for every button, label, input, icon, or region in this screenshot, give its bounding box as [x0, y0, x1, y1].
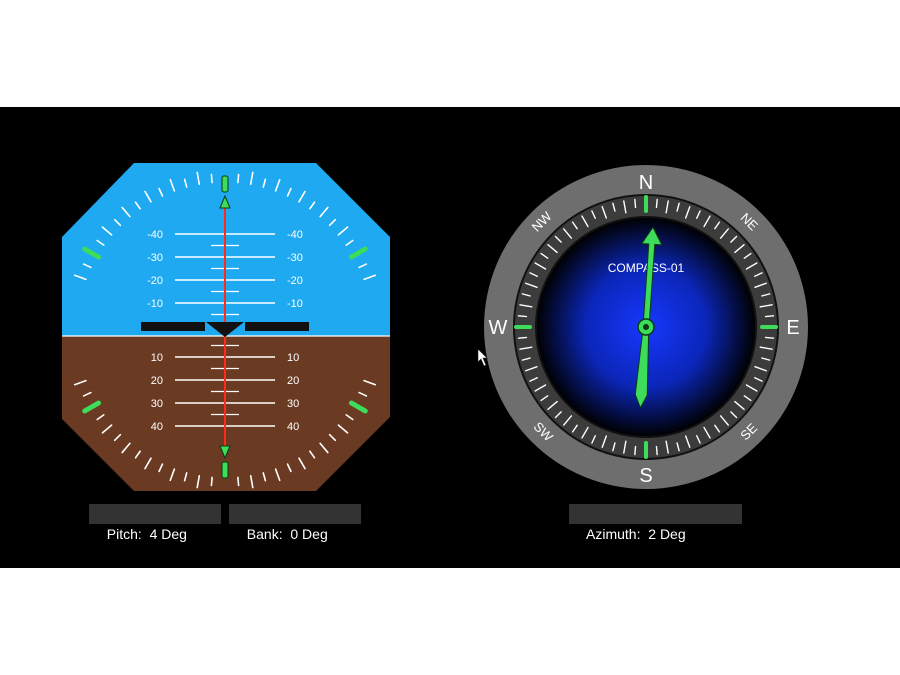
pitch-label: 30 — [151, 398, 163, 410]
pitch-label: -30 — [287, 252, 303, 264]
cardinal-s: S — [639, 465, 652, 487]
pitch-label: 40 — [287, 421, 299, 433]
pitch-label: 20 — [287, 375, 299, 387]
pitch-readout-value: 4 Deg — [149, 526, 187, 542]
compass-tick — [634, 445, 637, 456]
pitch-label: -20 — [147, 275, 163, 287]
bank-tick — [237, 476, 240, 487]
azimuth-readout-label: Azimuth: — [586, 526, 641, 542]
attitude-indicator: 10 10 20 20 30 30 40 40 -10 -10 -20 -20 -30 -30 -40 -40 — [62, 163, 390, 491]
pitch-label: 30 — [287, 398, 299, 410]
compass-tick — [764, 336, 775, 339]
cardinal-e: E — [786, 317, 799, 339]
compass-title: COMPASS-01 — [608, 261, 685, 275]
pitch-readout-label: Pitch: — [106, 526, 142, 542]
pitch-label: 10 — [151, 352, 163, 364]
pitch-label: 10 — [287, 352, 299, 364]
top-index-marker — [221, 175, 229, 193]
compass-tick — [764, 315, 775, 318]
bank-readout-value: 0 Deg — [290, 526, 328, 542]
bank-tick — [210, 476, 213, 487]
pitch-label: -30 — [147, 252, 163, 264]
cardinal-w: W — [489, 317, 508, 339]
compass-tick — [517, 336, 528, 339]
sky-area — [62, 163, 390, 336]
compass-tick — [634, 198, 637, 209]
bank-tick — [210, 173, 213, 184]
pitch-readout: Pitch: 4 Deg — [89, 504, 221, 542]
pitch-label: 20 — [151, 375, 163, 387]
compass-tick — [655, 445, 658, 456]
pitch-label: -40 — [147, 229, 163, 241]
bank-tick — [237, 173, 240, 184]
pitch-label: 40 — [151, 421, 163, 433]
mouse-cursor-icon — [477, 348, 488, 367]
compass-tick — [517, 315, 528, 318]
bank-readout-label: Bank: — [246, 526, 283, 542]
pitch-label: -10 — [147, 298, 163, 310]
compass: N S E W NW NE SW SE COMPASS-01 — [484, 165, 808, 489]
azimuth-readout: Azimuth: 2 Deg — [569, 504, 742, 542]
aircraft-wing-right — [245, 322, 309, 331]
ground-area — [62, 336, 390, 491]
cardinal-n: N — [639, 172, 653, 194]
pitch-label: -10 — [287, 298, 303, 310]
bank-readout: Bank: 0 Deg — [229, 504, 361, 542]
pitch-label: -40 — [287, 229, 303, 241]
azimuth-readout-value: 2 Deg — [648, 526, 686, 542]
pitch-label: -20 — [287, 275, 303, 287]
aircraft-wing-left — [141, 322, 205, 331]
bottom-index-marker — [221, 461, 229, 479]
compass-tick — [655, 198, 658, 209]
instrument-canvas: 10 10 20 20 30 30 40 40 -10 -10 -20 -20 -30 -30 -40 -40… — [62, 163, 808, 491]
